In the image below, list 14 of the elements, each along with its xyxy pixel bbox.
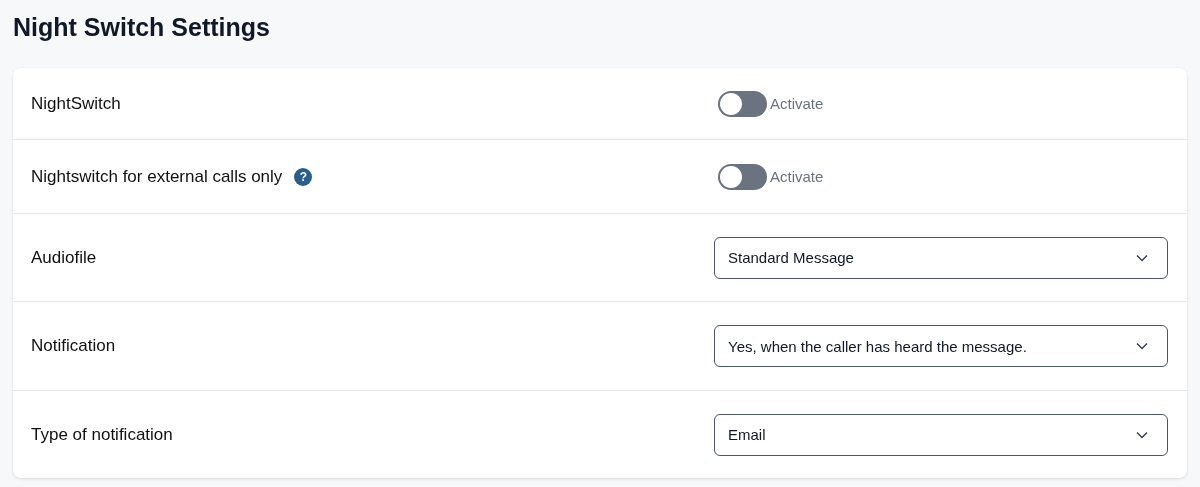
dropdown-select[interactable]: Email [714, 413, 1168, 456]
help-icon[interactable]: ? [294, 167, 313, 186]
toggle-switch[interactable] [718, 163, 767, 190]
setting-label: NightSwitch [31, 93, 121, 114]
toggle-label: Activate [770, 168, 824, 185]
setting-label: Audiofile [31, 247, 97, 268]
dropdown-select[interactable]: Yes, when the caller has heard the message. [714, 325, 1168, 367]
setting-label: Notification [31, 336, 116, 356]
page-title: Night Switch Settings [13, 12, 271, 42]
toggle-label: Activate [770, 95, 824, 112]
setting-label: Nightswitch for external calls only [31, 166, 283, 187]
dropdown-select[interactable]: Standard Message [714, 236, 1168, 279]
setting-label: Type of notification [31, 424, 173, 445]
toggle-switch[interactable] [718, 90, 767, 117]
